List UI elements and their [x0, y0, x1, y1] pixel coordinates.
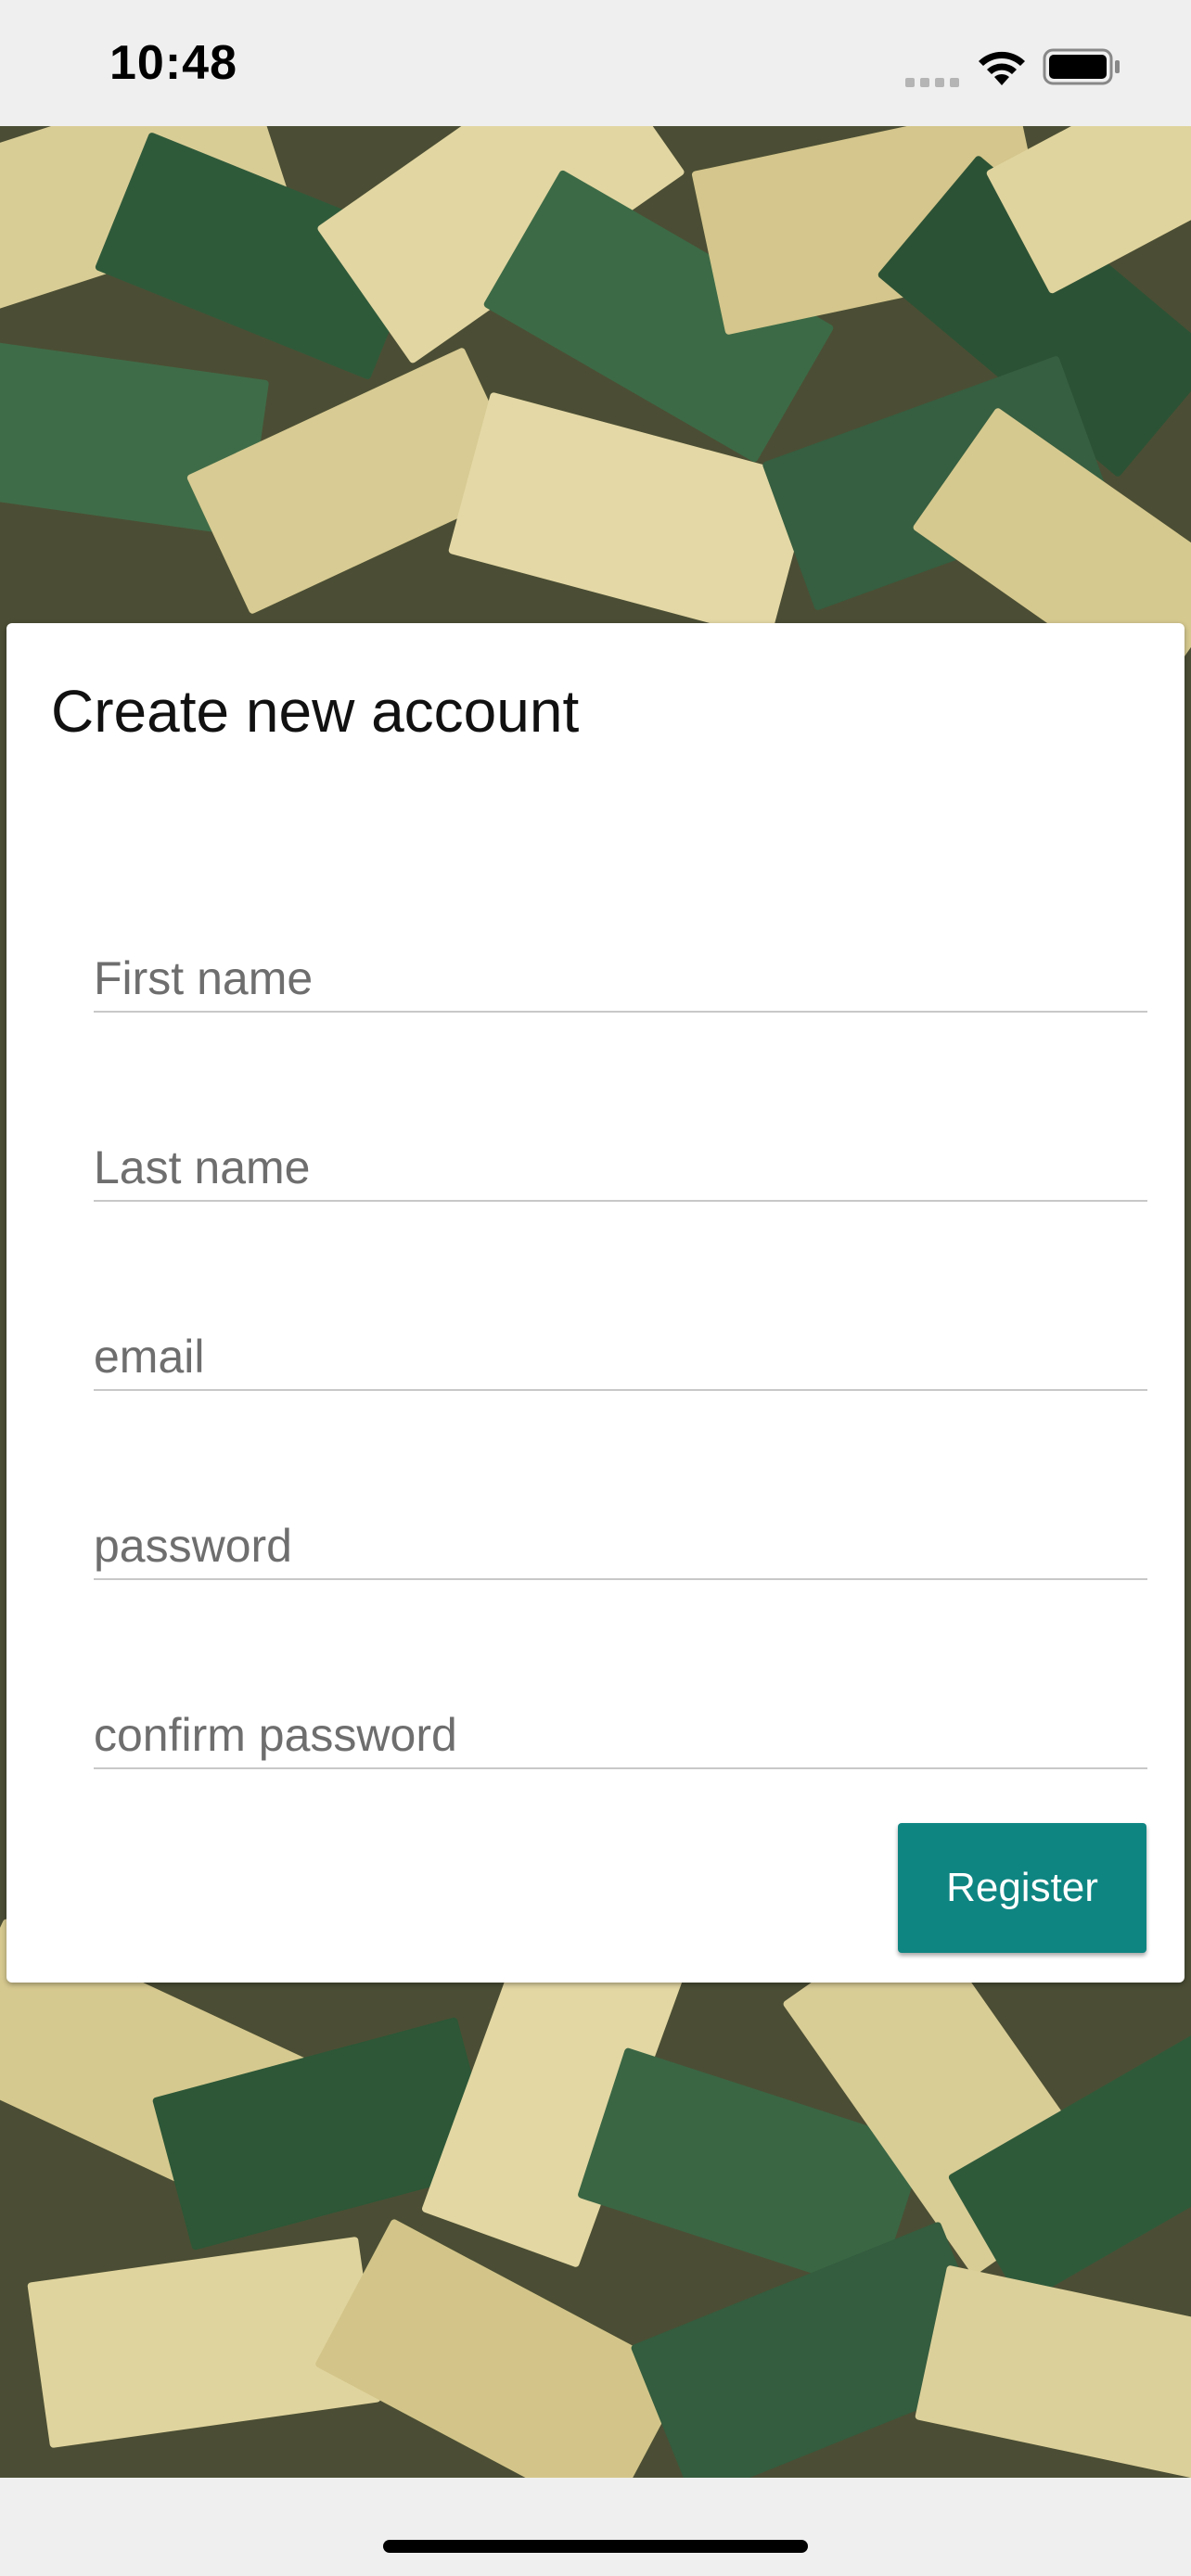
status-time: 10:48	[109, 36, 237, 90]
wifi-icon	[979, 51, 1025, 85]
last-name-field-container	[94, 1115, 1147, 1202]
register-card: Create new account Register	[6, 623, 1185, 1983]
first-name-input[interactable]	[94, 951, 1147, 1005]
status-bar: 10:48	[0, 0, 1191, 126]
password-field-container	[94, 1493, 1147, 1580]
home-indicator-area	[0, 2478, 1191, 2576]
email-field-container	[94, 1304, 1147, 1391]
password-input[interactable]	[94, 1519, 1147, 1573]
cellular-signal-icon	[905, 78, 959, 87]
first-name-field-container	[94, 925, 1147, 1013]
last-name-input[interactable]	[94, 1141, 1147, 1194]
confirm-password-field-container	[94, 1682, 1147, 1769]
confirm-password-input[interactable]	[94, 1708, 1147, 1762]
page-title: Create new account	[51, 678, 580, 745]
battery-icon	[1043, 48, 1120, 85]
register-button[interactable]: Register	[898, 1823, 1146, 1953]
home-indicator[interactable]	[383, 2540, 808, 2553]
email-input[interactable]	[94, 1330, 1147, 1384]
